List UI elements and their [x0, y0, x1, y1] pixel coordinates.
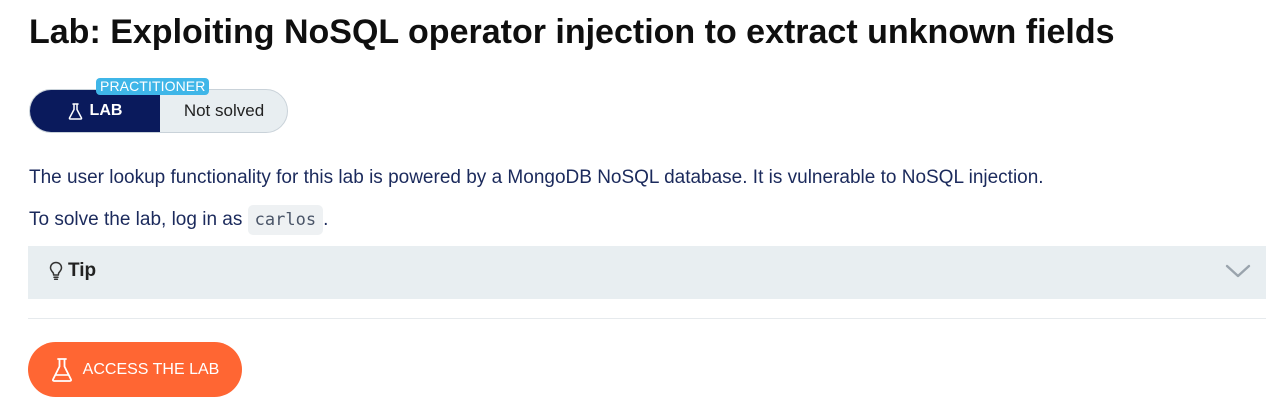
level-badge: PRACTITIONER [96, 78, 210, 95]
solve-status: Not solved [183, 101, 265, 120]
flask-icon [68, 102, 82, 120]
lightbulb-icon [49, 261, 63, 281]
access-lab-label: ACCESS THE LAB [82, 360, 220, 378]
access-lab-button[interactable]: ACCESS THE LAB [28, 342, 242, 397]
lab-badge-label: LAB [89, 102, 123, 119]
section-divider [28, 318, 1266, 319]
lab-status-widget: LAB Not solved [29, 89, 288, 133]
lab-badge: LAB [30, 90, 160, 132]
page-title: Lab: Exploiting NoSQL operator injection… [29, 13, 1115, 51]
chevron-down-icon[interactable] [1225, 263, 1251, 279]
lab-objective: To solve the lab, log in as carlos. [29, 205, 329, 235]
objective-suffix: . [323, 209, 329, 230]
lab-description: The user lookup functionality for this l… [29, 167, 1044, 188]
tip-accordion[interactable]: Tip [28, 246, 1266, 299]
objective-text: To solve the lab, log in as [29, 209, 248, 230]
flask-icon [51, 357, 72, 382]
target-username: carlos [247, 205, 324, 235]
lab-page: Lab: Exploiting NoSQL operator injection… [0, 0, 1272, 400]
tip-label: Tip [68, 260, 97, 281]
